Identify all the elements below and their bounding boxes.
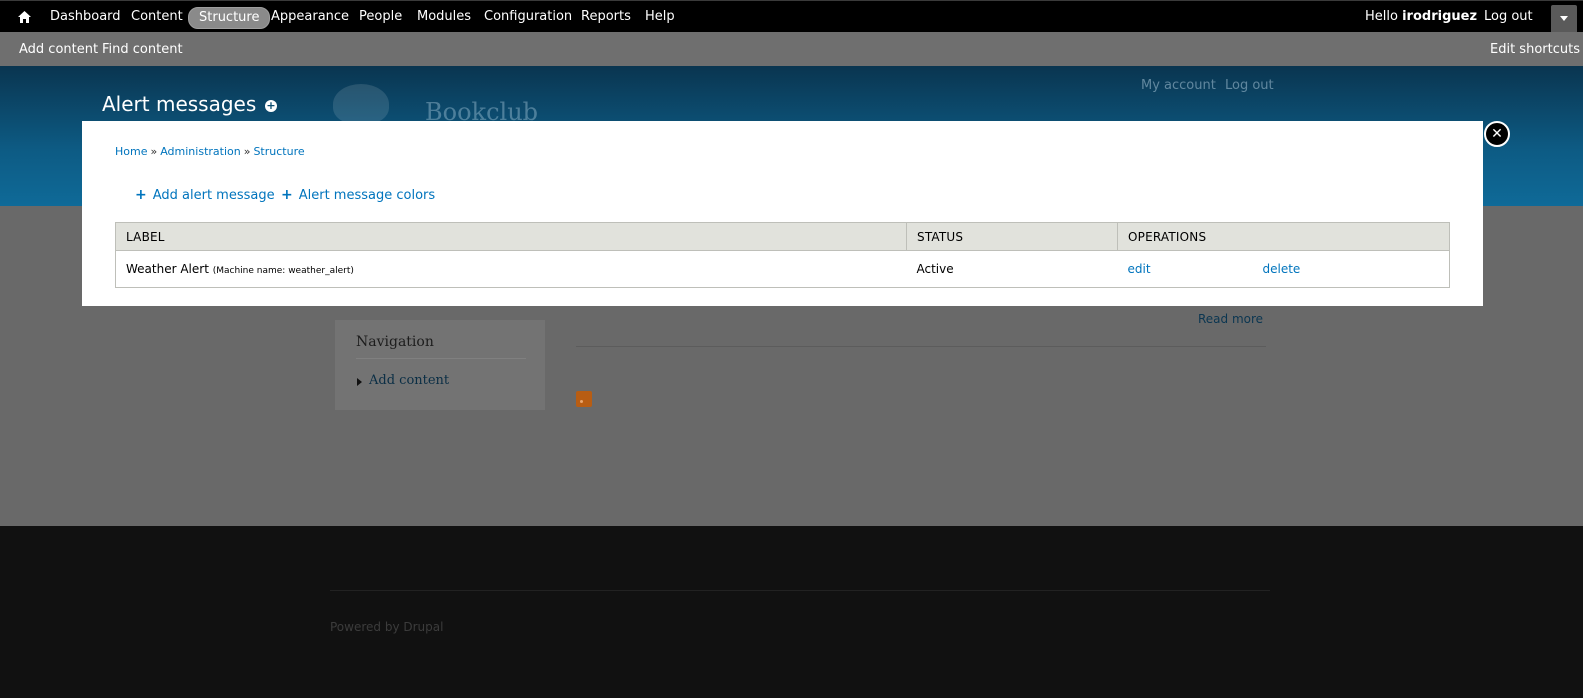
breadcrumb-separator: » <box>243 145 251 158</box>
row-delete-cell: delete <box>1252 250 1450 288</box>
drupal-logo-icon[interactable] <box>333 84 389 124</box>
user-greeting: Hello irodriguez <box>1365 8 1477 26</box>
shortcuts-bar: Add content Find content Edit shortcuts <box>0 32 1583 66</box>
my-account-link[interactable]: My account <box>1141 78 1216 94</box>
shortcut-find-content[interactable]: Find content <box>102 41 183 59</box>
add-alert-message-link[interactable]: + Add alert message <box>135 186 275 205</box>
breadcrumb: Home» Administration» Structure <box>115 144 305 160</box>
rss-feed-icon[interactable] <box>576 391 592 407</box>
read-more-link[interactable]: Read more <box>1198 311 1263 327</box>
row-status-cell: Active <box>906 250 1118 288</box>
divider <box>576 346 1266 347</box>
breadcrumb-administration[interactable]: Administration <box>160 145 241 158</box>
username[interactable]: irodriguez <box>1402 9 1477 24</box>
alert-messages-table: LABEL STATUS OPERATIONS Weather Alert (M… <box>115 222 1450 288</box>
bullet-arrow-icon <box>357 378 362 386</box>
page-title: Alert messages <box>102 92 257 116</box>
shortcut-add-content[interactable]: Add content <box>19 41 98 59</box>
alert-label: Weather Alert <box>126 262 209 276</box>
column-header-operations: OPERATIONS <box>1117 222 1450 251</box>
toolbar-menu-configuration[interactable]: Configuration <box>484 8 572 26</box>
home-icon[interactable] <box>12 7 36 27</box>
row-edit-cell: edit <box>1117 250 1253 288</box>
add-shortcut-icon[interactable]: + <box>265 100 277 112</box>
divider <box>356 358 526 359</box>
toolbar-menu-people[interactable]: People <box>359 8 402 26</box>
breadcrumb-home[interactable]: Home <box>115 145 147 158</box>
row-label-cell: Weather Alert (Machine name: weather_ale… <box>115 250 907 288</box>
toolbar-menu-appearance[interactable]: Appearance <box>271 8 349 26</box>
greeting-text: Hello <box>1365 9 1398 24</box>
nav-add-content-link[interactable]: Add content <box>369 372 449 390</box>
plus-icon: + <box>135 187 147 203</box>
machine-name: (Machine name: weather_alert) <box>212 266 354 276</box>
toolbar-menu-modules[interactable]: Modules <box>417 8 471 26</box>
column-header-status: STATUS <box>906 222 1118 251</box>
delete-link[interactable]: delete <box>1263 262 1301 276</box>
toolbar-menu-structure[interactable]: Structure <box>188 7 271 29</box>
toolbar-menu-content[interactable]: Content <box>131 8 183 26</box>
column-header-label: LABEL <box>115 222 907 251</box>
breadcrumb-structure[interactable]: Structure <box>253 145 304 158</box>
table-header-row: LABEL STATUS OPERATIONS <box>115 222 1450 251</box>
edit-shortcuts-link[interactable]: Edit shortcuts <box>1490 41 1580 59</box>
close-overlay-button[interactable]: ✕ <box>1484 121 1510 147</box>
alert-message-colors-link[interactable]: + Alert message colors <box>281 186 435 205</box>
admin-toolbar: Dashboard Content Structure Appearance P… <box>0 0 1583 33</box>
toolbar-menu-reports[interactable]: Reports <box>581 8 631 26</box>
navigation-block-title: Navigation <box>356 334 434 350</box>
divider <box>330 590 1270 591</box>
close-icon: ✕ <box>1491 126 1503 142</box>
toolbar-menu-dashboard[interactable]: Dashboard <box>50 8 121 26</box>
plus-icon: + <box>281 187 293 203</box>
site-footer <box>0 526 1583 698</box>
add-alert-message-label: Add alert message <box>152 188 275 203</box>
toolbar-drawer-toggle[interactable] <box>1551 5 1577 33</box>
table-row: Weather Alert (Machine name: weather_ale… <box>115 250 1450 288</box>
header-logout-link[interactable]: Log out <box>1225 78 1274 94</box>
toolbar-menu-help[interactable]: Help <box>645 8 675 26</box>
breadcrumb-separator: » <box>150 145 158 158</box>
powered-by-text[interactable]: Powered by Drupal <box>330 619 443 635</box>
alert-message-colors-label: Alert message colors <box>298 188 436 203</box>
chevron-down-icon <box>1560 16 1568 21</box>
toolbar-logout-link[interactable]: Log out <box>1484 8 1533 26</box>
edit-link[interactable]: edit <box>1128 262 1151 276</box>
